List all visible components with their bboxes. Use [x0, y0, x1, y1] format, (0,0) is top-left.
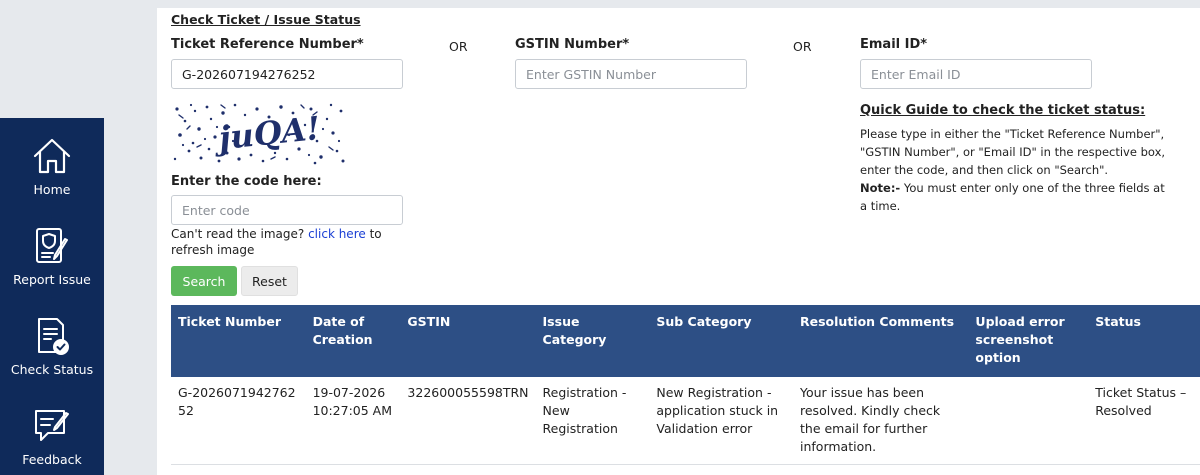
column-header: Issue Category — [535, 305, 650, 377]
or-separator: OR — [793, 39, 812, 54]
or-separator: OR — [449, 39, 468, 54]
table-header-row: Ticket Number Date of Creation GSTIN Iss… — [171, 305, 1200, 377]
quick-guide-title: Quick Guide to check the ticket status: — [860, 103, 1146, 118]
column-header: Date of Creation — [305, 305, 401, 377]
column-header: Ticket Number — [171, 305, 306, 377]
sidebar-item-label: Home — [33, 182, 71, 197]
home-icon — [33, 138, 71, 174]
sub-category-cell: New Registration - application stuck in … — [649, 377, 793, 465]
column-header: GSTIN — [400, 305, 536, 377]
sidebar-item-label: Report Issue — [13, 272, 91, 287]
feedback-icon — [35, 410, 69, 441]
sidebar-item-label: Check Status — [10, 362, 94, 377]
captcha-image: juQA! — [171, 101, 347, 165]
quick-guide-note: Note:- You must enter only one of the th… — [860, 179, 1172, 215]
gstin-cell: 322600055598TRN — [400, 377, 536, 465]
table-row: G-202607194276252 19-07-2026 10:27:05 AM… — [171, 377, 1200, 465]
sidebar-item-home[interactable]: Home — [0, 136, 104, 220]
results-table: Ticket Number Date of Creation GSTIN Iss… — [171, 305, 1200, 465]
column-header: Resolution Comments — [793, 305, 969, 377]
email-label: Email ID* — [860, 37, 928, 52]
gstin-label: GSTIN Number* — [515, 37, 630, 52]
ticket-number-cell: G-202607194276252 — [171, 377, 306, 465]
sidebar: Home Report Issue Check Status Feedback — [0, 118, 104, 475]
resolution-comments-cell: Your issue has been resolved. Kindly che… — [793, 377, 969, 465]
search-button[interactable]: Search — [171, 266, 237, 296]
column-header: Status — [1088, 305, 1200, 377]
page-title: Check Ticket / Issue Status — [171, 12, 361, 27]
column-header: Upload error screenshot option — [968, 305, 1089, 377]
date-of-creation-cell: 19-07-2026 10:27:05 AM — [305, 377, 401, 465]
sidebar-item-report-issue[interactable]: Report Issue — [0, 226, 104, 310]
sidebar-item-label: Feedback — [22, 452, 82, 467]
refresh-captcha-link[interactable]: click here — [308, 227, 366, 241]
ticket-number-label: Ticket Reference Number* — [171, 37, 364, 52]
reset-button[interactable]: Reset — [241, 266, 298, 296]
upload-screenshot-cell — [968, 377, 1089, 465]
gstin-input[interactable] — [515, 59, 747, 89]
sidebar-item-check-status[interactable]: Check Status — [0, 316, 104, 400]
code-label: Enter the code here: — [171, 174, 322, 189]
check-status-panel: Check Ticket / Issue Status Ticket Refer… — [157, 8, 1200, 475]
ticket-number-input[interactable] — [171, 59, 403, 89]
refresh-hint-prefix: Can't read the image? — [171, 227, 305, 241]
note-text: You must enter only one of the three fie… — [860, 181, 1165, 213]
sidebar-item-feedback[interactable]: Feedback — [0, 406, 104, 475]
issue-category-cell: Registration - New Registration — [535, 377, 650, 465]
email-input[interactable] — [860, 59, 1092, 89]
column-header: Sub Category — [649, 305, 793, 377]
check-status-icon — [38, 318, 69, 355]
refresh-captcha-hint: Can't read the image? click here to refr… — [171, 226, 411, 258]
captcha-code-input[interactable] — [171, 195, 403, 225]
report-issue-icon — [36, 228, 68, 263]
status-cell: Ticket Status – Resolved — [1088, 377, 1200, 465]
note-label: Note:- — [860, 181, 901, 195]
quick-guide-text: Please type in either the "Ticket Refere… — [860, 127, 1166, 177]
